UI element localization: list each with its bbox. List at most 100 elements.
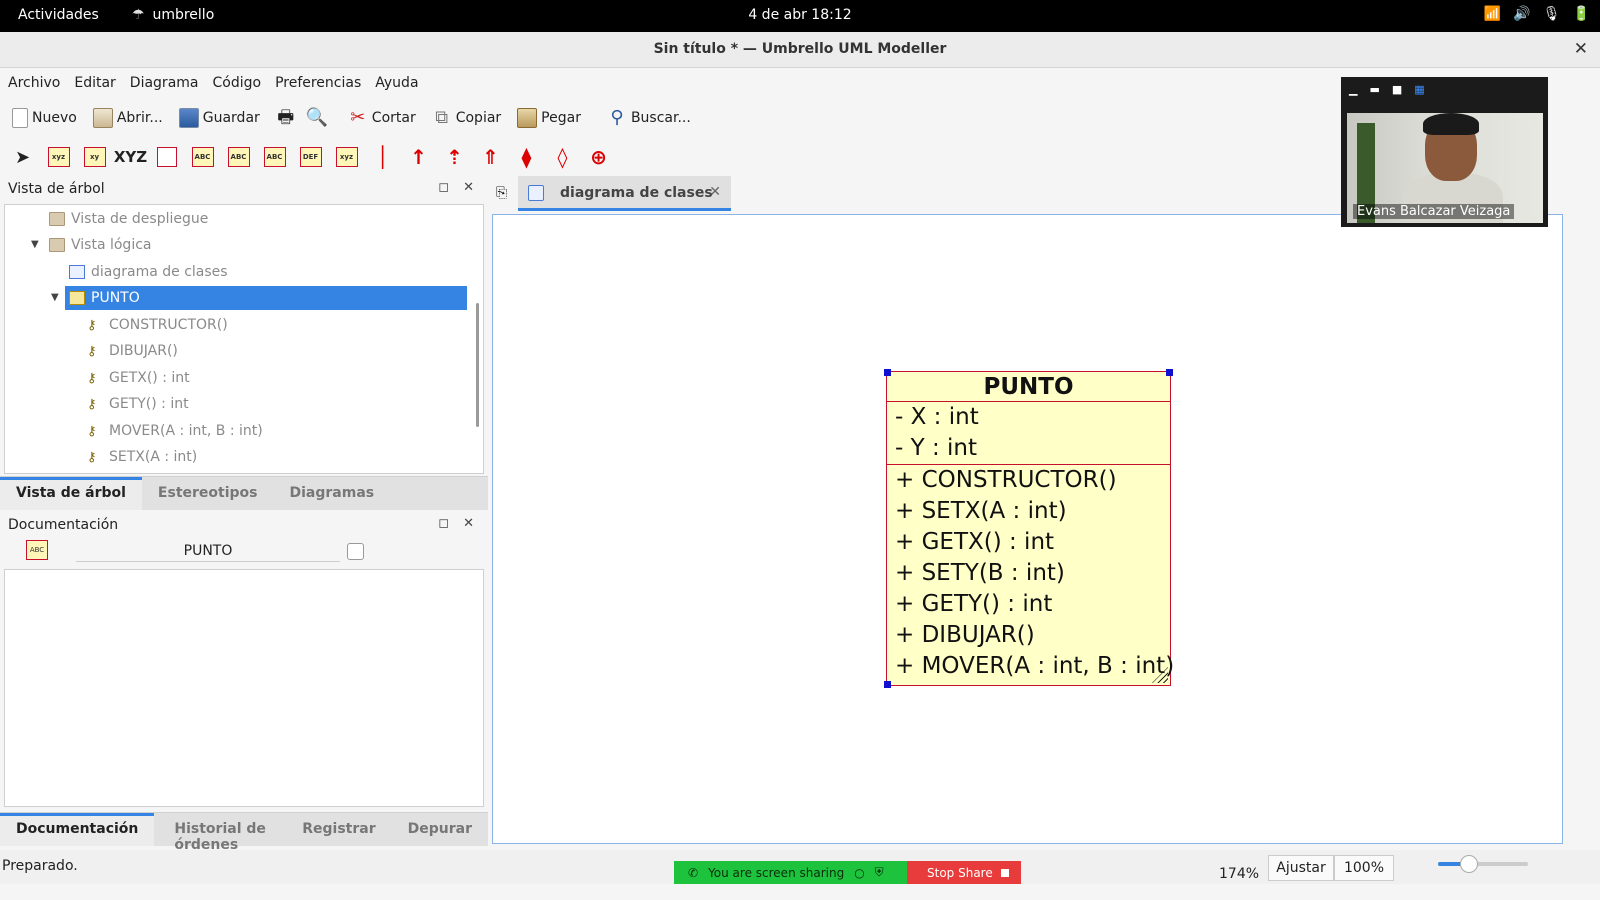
small-view-icon[interactable]: ▬ — [1369, 83, 1379, 96]
float-icon[interactable]: ◻ — [438, 516, 449, 531]
selection-handle[interactable] — [884, 369, 891, 376]
tree-item-operation[interactable]: ⚷ SETX(A : int) — [87, 445, 197, 469]
selection-handle[interactable] — [1166, 369, 1173, 376]
diagram-canvas[interactable]: PUNTO - X : int - Y : int + CONSTRUCTOR(… — [492, 214, 1563, 844]
interface-tool-icon[interactable]: ABC — [190, 145, 215, 169]
save-button[interactable]: Guardar — [178, 108, 260, 128]
selection-handle[interactable] — [884, 681, 891, 688]
component-tool-icon[interactable]: xyz — [334, 145, 359, 169]
fit-button[interactable]: Ajustar — [1268, 855, 1334, 881]
tree-item-class-diagram[interactable]: diagrama de clases — [69, 260, 228, 284]
open-button[interactable]: Abrir... — [92, 108, 163, 128]
window-close-icon[interactable]: ✕ — [1574, 39, 1588, 59]
containment-tool-icon[interactable]: ⊕ — [586, 145, 611, 169]
tree-item-logical-view[interactable]: Vista lógica — [49, 233, 151, 257]
tab-debug[interactable]: Depurar — [392, 813, 488, 846]
new-button[interactable]: Nuevo — [12, 108, 77, 128]
print-preview-button[interactable]: 🔍 — [306, 108, 328, 128]
box-tool-icon[interactable] — [154, 145, 179, 169]
video-call-overlay[interactable]: ▁ ▬ ■ ▦ Evans Balcazar Veizaga — [1341, 77, 1548, 227]
menu-preferencias[interactable]: Preferencias — [275, 70, 361, 98]
tree-item-punto-class[interactable]: PUNTO — [65, 286, 467, 310]
tab-documentation[interactable]: Documentación — [0, 813, 155, 846]
directional-association-tool-icon[interactable]: ↑ — [406, 145, 431, 169]
float-icon[interactable]: ◻ — [438, 180, 449, 195]
copy-button[interactable]: ⧉ Copiar — [432, 108, 501, 128]
close-icon[interactable]: ✕ — [463, 180, 474, 195]
stop-share-label: Stop Share — [927, 865, 993, 880]
tree-item-operation[interactable]: ⚷ CONSTRUCTOR() — [87, 313, 228, 337]
minimize-video-icon[interactable]: ▁ — [1349, 83, 1357, 96]
participant-name: Evans Balcazar Veizaga — [1353, 204, 1515, 219]
template-class-tool-icon[interactable]: xy — [82, 145, 107, 169]
find-button[interactable]: ⚲ Buscar... — [607, 108, 691, 128]
print-icon: 🖶 — [277, 107, 295, 128]
close-tab-icon[interactable]: ✕ — [709, 184, 721, 200]
app-menu[interactable]: ☂ umbrello — [132, 7, 214, 23]
entity-tool-icon[interactable]: DEF — [298, 145, 323, 169]
class-tool-icon[interactable]: xyz — [46, 145, 71, 169]
tab-stereotypes[interactable]: Estereotipos — [142, 477, 274, 510]
association-tool-icon[interactable]: │ — [370, 145, 395, 169]
generalization-tool-icon[interactable]: ⇑ — [478, 145, 503, 169]
tree-scrollbar[interactable] — [476, 303, 479, 427]
entity-box-icon: DEF — [299, 147, 322, 167]
dependency-tool-icon[interactable]: ⇡ — [442, 145, 467, 169]
zoom-slider-handle[interactable] — [1460, 855, 1478, 873]
tab-log[interactable]: Registrar — [286, 813, 391, 846]
composition-tool-icon[interactable]: ⧫ — [514, 145, 539, 169]
tab-command-history[interactable]: Historial de órdenes — [158, 813, 286, 853]
tab-diagrams[interactable]: Diagramas — [274, 477, 391, 510]
paste-button[interactable]: Pegar — [517, 108, 581, 128]
menu-editar[interactable]: Editar — [74, 70, 115, 98]
package-tool-icon[interactable]: XYZ — [114, 145, 147, 169]
save-label: Guardar — [202, 110, 260, 126]
wifi-icon: 📶 — [1483, 6, 1502, 22]
tree-item-operation[interactable]: ⚷ MOVER(A : int, B : int) — [87, 419, 263, 443]
grid-view-icon[interactable]: ▦ — [1414, 83, 1424, 96]
operation: + GETX() : int — [895, 529, 1055, 555]
zoom-slider[interactable] — [1438, 855, 1528, 873]
menu-codigo[interactable]: Código — [212, 70, 261, 98]
operation-icon: ⚷ — [87, 449, 97, 465]
tree-item-label: CONSTRUCTOR() — [109, 317, 228, 333]
tree-item-operation[interactable]: ⚷ GETX() : int — [87, 366, 190, 390]
class-type-icon: ABC — [26, 540, 48, 560]
aggregation-tool-icon[interactable]: ◊ — [550, 145, 575, 169]
tree-item-operation[interactable]: ⚷ DIBUJAR() — [87, 339, 178, 363]
system-tray[interactable]: 📶 🔊 🎙 🔋 — [1484, 6, 1590, 22]
expand-arrow-icon[interactable]: ▼ — [51, 292, 59, 303]
print-button[interactable]: 🖶 — [276, 108, 296, 128]
tab-tree-view[interactable]: Vista de árbol — [0, 477, 142, 510]
expand-arrow-icon[interactable]: ▼ — [31, 239, 39, 250]
tree-item-deployment-view[interactable]: Vista de despliegue — [49, 207, 208, 231]
stop-share-button[interactable]: Stop Share — [907, 861, 1021, 884]
menu-diagrama[interactable]: Diagrama — [130, 70, 199, 98]
cut-button[interactable]: ✂ Cortar — [348, 108, 415, 128]
enum-tool-icon[interactable]: ABC — [262, 145, 287, 169]
close-icon[interactable]: ✕ — [463, 516, 474, 531]
uml-class-punto[interactable]: PUNTO - X : int - Y : int + CONSTRUCTOR(… — [884, 369, 1174, 688]
clock[interactable]: 4 de abr 18:12 — [748, 7, 851, 23]
tab-class-diagram[interactable]: diagrama de clases ✕ — [518, 176, 731, 211]
doc-checkbox[interactable] — [347, 543, 364, 560]
phone-icon: ✆ — [688, 865, 699, 880]
medium-view-icon[interactable]: ■ — [1392, 83, 1402, 96]
tree-view[interactable]: Vista de despliegue ▼ Vista lógica diagr… — [4, 204, 484, 474]
folder-icon — [49, 212, 65, 226]
tree-dock-title: Vista de árbol — [8, 181, 105, 197]
new-tab-icon[interactable]: ⎘ — [496, 185, 507, 201]
screen-sharing-banner: ✆ You are screen sharing ○ ⛨ — [674, 861, 907, 884]
documentation-textarea[interactable] — [4, 569, 484, 807]
activities-button[interactable]: Actividades — [18, 7, 99, 23]
sharing-text: You are screen sharing — [708, 865, 845, 880]
tree-item-operation[interactable]: ⚷ GETY() : int — [87, 392, 189, 416]
zoom-100-button[interactable]: 100% — [1334, 855, 1394, 881]
shield-icon: ⛨ — [874, 865, 884, 879]
menu-archivo[interactable]: Archivo — [8, 70, 60, 98]
menu-ayuda[interactable]: Ayuda — [375, 70, 418, 98]
select-tool-arrow-icon[interactable]: ➤ — [10, 145, 35, 169]
find-label: Buscar... — [630, 110, 691, 126]
datatype-tool-icon[interactable]: ABC — [226, 145, 251, 169]
tree-item-label: GETX() : int — [109, 370, 190, 386]
